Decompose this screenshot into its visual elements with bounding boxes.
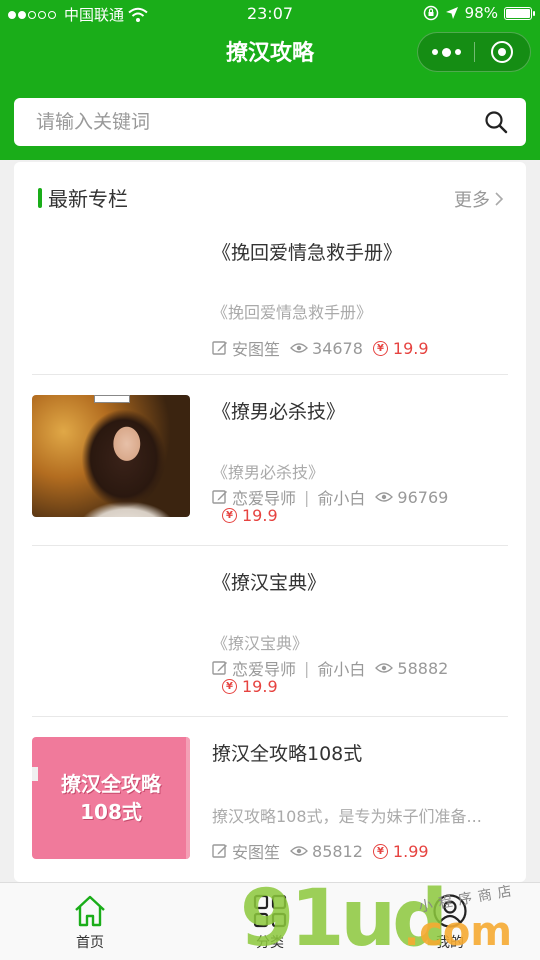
search-icon[interactable] <box>484 110 508 134</box>
item-views: 96769 <box>397 487 449 507</box>
cover-text-line-1: 撩汉全攻略 <box>61 772 161 796</box>
battery-percent: 98% <box>464 4 498 22</box>
item-description: 撩汉攻略108式，是专为妹子们准备... <box>212 807 482 826</box>
chevron-right-icon <box>495 192 504 206</box>
item-views: 85812 <box>312 841 363 861</box>
status-bar: 中国联通 23:07 98% <box>0 0 540 28</box>
list-item[interactable]: 撩汉全攻略 108式 撩汉全攻略108式 撩汉攻略108式，是专为妹子们准备..… <box>32 717 508 882</box>
user-icon <box>433 894 467 928</box>
list-item[interactable]: 《挽回爱情急救手册》 《挽回爱情急救手册》 安图笙 34678 ¥ 19.9 <box>32 232 508 374</box>
edit-icon <box>212 844 227 858</box>
yen-icon: ¥ <box>222 679 237 694</box>
latest-column-card: 最新专栏 更多 《挽回爱情急救手册》 《挽回爱情急救手册》 安图笙 34678 … <box>14 162 526 882</box>
item-title: 撩汉全攻略108式 <box>212 743 363 765</box>
tab-bar: 首页 分类 我的 <box>0 882 540 960</box>
item-title: 《挽回爱情急救手册》 <box>212 242 403 264</box>
photo-tag <box>94 395 130 403</box>
item-description: 《挽回爱情急救手册》 <box>212 303 373 322</box>
item-thumbnail: 撩汉全攻略 108式 <box>32 737 190 859</box>
tab-mine[interactable]: 我的 <box>360 883 540 960</box>
item-meta: 安图笙 34678 ¥ 19.9 <box>212 336 429 360</box>
list-item[interactable]: 《撩汉宝典》 《撩汉宝典》 恋爱导师 | 俞小白 58882 ¥ 19.9 <box>32 546 508 716</box>
item-price-value: 19.9 <box>242 677 278 696</box>
item-views: 34678 <box>312 338 363 358</box>
header: 中国联通 23:07 98% 撩汉攻略 <box>0 0 540 160</box>
more-link-label: 更多 <box>454 190 490 211</box>
pink-cover-image: 撩汉全攻略 108式 <box>32 737 190 859</box>
item-price: ¥ 19.9 <box>222 677 278 696</box>
item-price-value: 19.9 <box>392 338 429 358</box>
yen-icon: ¥ <box>222 508 237 523</box>
item-author-secondary: 俞小白 <box>317 660 366 679</box>
list-item[interactable]: 《撩男必杀技》 《撩男必杀技》 恋爱导师 | 俞小白 96769 ¥ 19.9 <box>32 375 508 545</box>
tab-label: 首页 <box>76 935 104 951</box>
tab-category[interactable]: 分类 <box>180 883 360 960</box>
section-accent-bar <box>38 188 42 208</box>
more-link[interactable]: 更多 <box>454 186 504 212</box>
yen-icon: ¥ <box>372 843 388 859</box>
item-description: 《撩男必杀技》 <box>212 463 325 482</box>
item-author: 安图笙 <box>232 340 281 359</box>
item-thumbnail <box>32 395 190 517</box>
status-right: 98% <box>423 4 535 22</box>
item-author: 安图笙 <box>232 843 281 862</box>
item-price: ¥ 1.99 <box>372 841 429 861</box>
woman-photo <box>32 395 190 517</box>
item-price-value: 19.9 <box>242 506 278 525</box>
item-views: 58882 <box>397 658 449 678</box>
close-button[interactable] <box>475 33 530 71</box>
location-arrow-icon <box>445 7 458 19</box>
item-price: ¥ 19.9 <box>222 506 278 525</box>
edit-icon <box>212 341 227 355</box>
tab-label: 分类 <box>256 935 284 951</box>
eye-icon <box>290 343 308 353</box>
search-input[interactable] <box>14 98 474 146</box>
grid-icon <box>253 894 287 928</box>
eye-icon <box>375 492 394 502</box>
item-author-secondary: 俞小白 <box>317 489 366 508</box>
more-button[interactable] <box>418 33 474 71</box>
author-separator: | <box>304 658 310 678</box>
edit-icon <box>212 490 227 504</box>
item-price-value: 1.99 <box>392 841 429 861</box>
item-title: 《撩汉宝典》 <box>212 572 327 594</box>
battery-fill <box>506 8 530 18</box>
section-title: 最新专栏 <box>48 187 128 211</box>
mini-program-capsule <box>417 32 531 72</box>
tab-home[interactable]: 首页 <box>0 883 180 960</box>
rotation-lock-icon <box>423 5 438 21</box>
cover-text-line-2: 108式 <box>80 800 142 824</box>
item-title: 《撩男必杀技》 <box>212 401 346 423</box>
edit-icon <box>212 661 227 675</box>
item-price-row: ¥ 19.9 <box>212 677 278 696</box>
yen-icon: ¥ <box>372 340 388 356</box>
section-header: 最新专栏 更多 <box>14 162 526 232</box>
item-meta: 安图笙 85812 ¥ 1.99 <box>212 839 429 863</box>
home-icon <box>75 895 105 927</box>
search-bar <box>14 98 526 146</box>
item-price-row: ¥ 19.9 <box>212 506 278 525</box>
item-description: 《撩汉宝典》 <box>212 634 309 653</box>
author-separator: | <box>304 487 310 507</box>
item-price: ¥ 19.9 <box>372 338 429 358</box>
close-circle-icon <box>491 41 514 63</box>
battery-icon <box>504 6 535 20</box>
eye-icon <box>375 663 394 673</box>
eye-icon <box>290 846 308 856</box>
tab-label: 我的 <box>436 935 464 951</box>
